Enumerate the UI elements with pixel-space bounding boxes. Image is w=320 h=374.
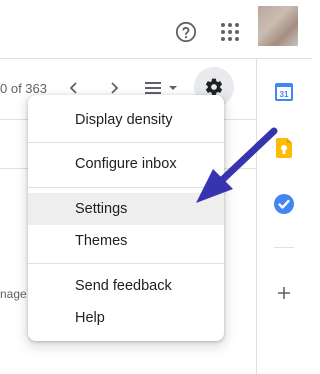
calendar-icon: 31 [275,83,293,101]
menu-separator [28,142,224,143]
calendar-button[interactable]: 31 [272,80,296,104]
add-icon [278,287,290,299]
help-button[interactable] [173,19,199,45]
menu-item-label: Configure inbox [75,156,177,172]
partial-message-text: nage [0,287,27,301]
menu-separator [28,187,224,188]
menu-item-label: Settings [75,201,128,217]
menu-item-label: Send feedback [75,278,172,294]
get-addons-button[interactable] [272,281,296,305]
apps-grid-icon [221,23,239,41]
menu-item-send-feedback[interactable]: Send feedback [28,270,224,302]
menu-item-help[interactable]: Help [28,302,224,334]
keep-button[interactable] [272,136,296,160]
avatar[interactable] [258,6,298,46]
keep-icon [276,138,292,158]
pager-count: 0 of 363 [0,81,47,96]
apps-button[interactable] [217,19,243,45]
menu-item-themes[interactable]: Themes [28,225,224,257]
help-circle-icon [175,21,197,43]
gear-icon [205,78,223,96]
menu-item-label: Display density [75,112,173,128]
calendar-day: 31 [280,90,289,99]
settings-menu: Display density Configure inbox Settings… [28,95,224,341]
chevron-left-icon [69,82,77,94]
menu-separator [28,263,224,264]
menu-item-label: Help [75,310,105,326]
menu-item-label: Themes [75,233,128,249]
chevron-right-icon [111,82,119,94]
menu-item-display-density[interactable]: Display density [28,104,224,136]
header-divider [0,58,312,59]
density-lines-icon [145,82,177,94]
tasks-button[interactable] [272,192,296,216]
side-panel-divider [256,58,257,374]
menu-item-settings[interactable]: Settings [28,193,224,225]
tasks-icon [274,194,294,214]
menu-item-configure-inbox[interactable]: Configure inbox [28,148,224,180]
side-panel-separator [274,247,294,248]
